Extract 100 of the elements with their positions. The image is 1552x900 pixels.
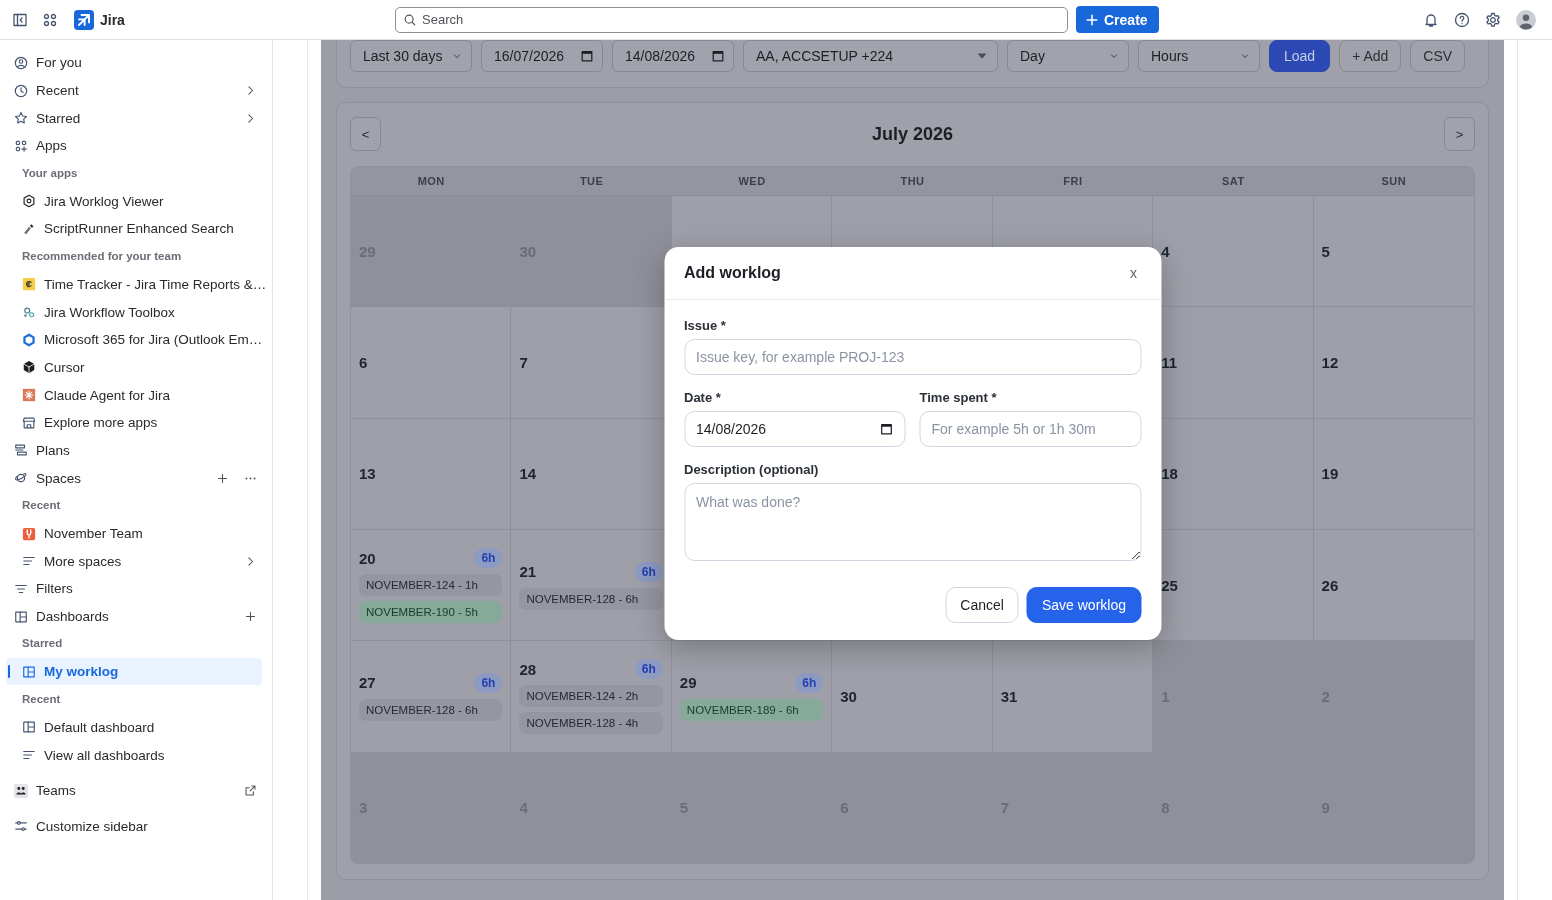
weekday-header: FRI xyxy=(1062,174,1084,189)
settings-icon[interactable] xyxy=(1485,11,1501,28)
field-label: Description (optional) xyxy=(684,462,820,477)
worklog-entry[interactable]: NOVEMBER-124 - 1h xyxy=(359,574,503,597)
wrench-tile-icon xyxy=(22,526,36,541)
date-field[interactable]: 14/08/2026 xyxy=(612,40,734,72)
dropdown-select[interactable]: Hours xyxy=(1138,40,1260,72)
field-label: Date * xyxy=(684,390,722,405)
cancel-button[interactable]: Cancel xyxy=(945,587,1019,623)
stacked-bars-icon xyxy=(14,443,28,458)
sidebar-toggle-icon[interactable] xyxy=(12,11,28,28)
day-number: 19 xyxy=(1321,465,1339,483)
field-label: Issue * xyxy=(684,318,727,333)
pen-icon xyxy=(22,221,36,236)
spiral-tile-icon xyxy=(22,277,36,292)
save-button[interactable]: Save worklog xyxy=(1026,587,1141,623)
close-button[interactable]: x xyxy=(1128,265,1139,281)
sidebar-item[interactable]: Apps xyxy=(6,132,262,160)
sidebar-heading: Your apps xyxy=(21,165,79,181)
plus-icon xyxy=(1085,12,1099,27)
worklog-entry[interactable]: NOVEMBER-128 - 6h xyxy=(359,698,503,721)
day-number: 20 xyxy=(359,549,376,567)
sidebar-item[interactable]: Teams xyxy=(6,777,234,805)
cube-icon xyxy=(22,360,36,375)
hours-total: 6h xyxy=(634,659,663,680)
sidebar-item[interactable]: My worklog xyxy=(6,658,262,686)
previous-month-button[interactable]: < xyxy=(350,117,381,151)
sidebar-item[interactable]: Jira Workflow Toolbox xyxy=(6,298,262,326)
sidebar-heading: Recent xyxy=(21,691,62,707)
day-number: 14 xyxy=(519,465,537,483)
dialog-title: Add worklog xyxy=(684,264,781,282)
dropdown-select[interactable]: Last 30 days xyxy=(350,40,472,72)
toolbar-button[interactable]: + Add xyxy=(1339,40,1402,72)
sidebar-item[interactable]: Cursor xyxy=(6,353,262,381)
sliders-icon xyxy=(14,819,28,834)
time-spent-field[interactable]: For example 5h or 1h 30m xyxy=(919,411,1141,447)
day-number: 31 xyxy=(1000,687,1018,705)
day-number: 11 xyxy=(1161,354,1177,371)
day-number: 25 xyxy=(1161,576,1178,594)
date-field[interactable]: 16/07/2026 xyxy=(481,40,603,72)
clock-icon xyxy=(14,83,28,98)
sidebar-item[interactable]: November Team xyxy=(6,520,262,548)
day-number: 29 xyxy=(679,674,697,692)
hours-total: 6h xyxy=(634,561,663,582)
sidebar-item[interactable]: More spaces xyxy=(6,547,234,575)
worklog-entry[interactable]: NOVEMBER-128 - 4h xyxy=(519,712,663,735)
sidebar-item[interactable]: Plans xyxy=(6,436,262,464)
person-icon xyxy=(14,55,28,70)
load-button[interactable]: Load xyxy=(1269,40,1331,72)
day-number: 6 xyxy=(359,354,368,371)
calendar-icon xyxy=(879,422,894,436)
sidebar-item[interactable]: Microsoft 365 for Jira (Outlook Em… xyxy=(6,326,263,354)
sidebar-item[interactable]: Filters xyxy=(6,575,262,603)
sidebar-item[interactable]: ScriptRunner Enhanced Search xyxy=(6,215,262,243)
help-icon[interactable] xyxy=(1454,11,1470,28)
next-month-button[interactable]: > xyxy=(1444,117,1475,151)
dashboard-icon xyxy=(22,720,36,735)
plus-icon[interactable] xyxy=(244,610,257,624)
hours-total: 6h xyxy=(795,672,824,693)
avatar-icon[interactable] xyxy=(1516,9,1536,30)
gears-icon xyxy=(22,305,36,320)
sidebar-item[interactable]: Starred xyxy=(6,104,234,132)
sidebar-item[interactable]: Explore more apps xyxy=(6,409,262,437)
create-button[interactable]: Create xyxy=(1076,6,1159,33)
sidebar-item[interactable]: Jira Worklog Viewer xyxy=(6,187,262,215)
sidebar-item[interactable]: Dashboards xyxy=(6,603,234,631)
hexagon-icon xyxy=(22,194,36,209)
worklog-entry[interactable]: NOVEMBER-124 - 2h xyxy=(519,685,663,708)
sidebar-item[interactable]: Customize sidebar xyxy=(6,812,262,840)
star-icon xyxy=(14,111,28,126)
search-field[interactable]: Search xyxy=(395,6,1068,33)
sidebar-heading: Starred xyxy=(21,636,64,652)
weekday-header: MON xyxy=(416,174,446,189)
toolbar-button[interactable]: CSV xyxy=(1410,40,1466,72)
grid-icon[interactable] xyxy=(42,11,58,28)
day-number: 4 xyxy=(1161,242,1170,260)
dropdown-select[interactable]: Day xyxy=(1007,40,1129,72)
date-field[interactable]: 14/08/2026 xyxy=(684,411,906,447)
worklog-entry[interactable]: NOVEMBER-128 - 6h xyxy=(519,587,663,610)
hours-total: 6h xyxy=(474,672,503,693)
sidebar-item[interactable]: Default dashboard xyxy=(6,713,262,741)
sidebar-item[interactable]: Time Tracker - Jira Time Reports &… xyxy=(6,270,267,298)
issue-field[interactable]: Issue key, for example PROJ-123 xyxy=(684,339,1141,375)
day-number: 26 xyxy=(1321,576,1339,594)
worklog-entry[interactable]: NOVEMBER-189 - 6h xyxy=(679,698,824,721)
sidebar-item[interactable]: Recent xyxy=(6,77,234,105)
sidebar-item[interactable]: For you xyxy=(6,49,262,77)
plus-icon[interactable] xyxy=(216,471,229,485)
hexagon-ring-icon xyxy=(22,332,36,347)
bell-icon[interactable] xyxy=(1423,11,1439,28)
sidebar-item[interactable]: Claude Agent for Jira xyxy=(6,381,262,409)
external-link-icon[interactable] xyxy=(244,784,257,798)
weekday-header: SAT xyxy=(1221,174,1246,189)
description-field[interactable]: What was done? xyxy=(684,483,1141,561)
sidebar-item[interactable]: View all dashboards xyxy=(6,741,262,769)
multi-select[interactable]: AA, ACCSETUP +224 xyxy=(743,40,998,72)
sidebar-item[interactable]: Spaces xyxy=(6,464,206,492)
apps-icon xyxy=(14,138,28,153)
people-icon xyxy=(14,783,28,798)
worklog-entry[interactable]: NOVEMBER-190 - 5h xyxy=(359,601,503,624)
